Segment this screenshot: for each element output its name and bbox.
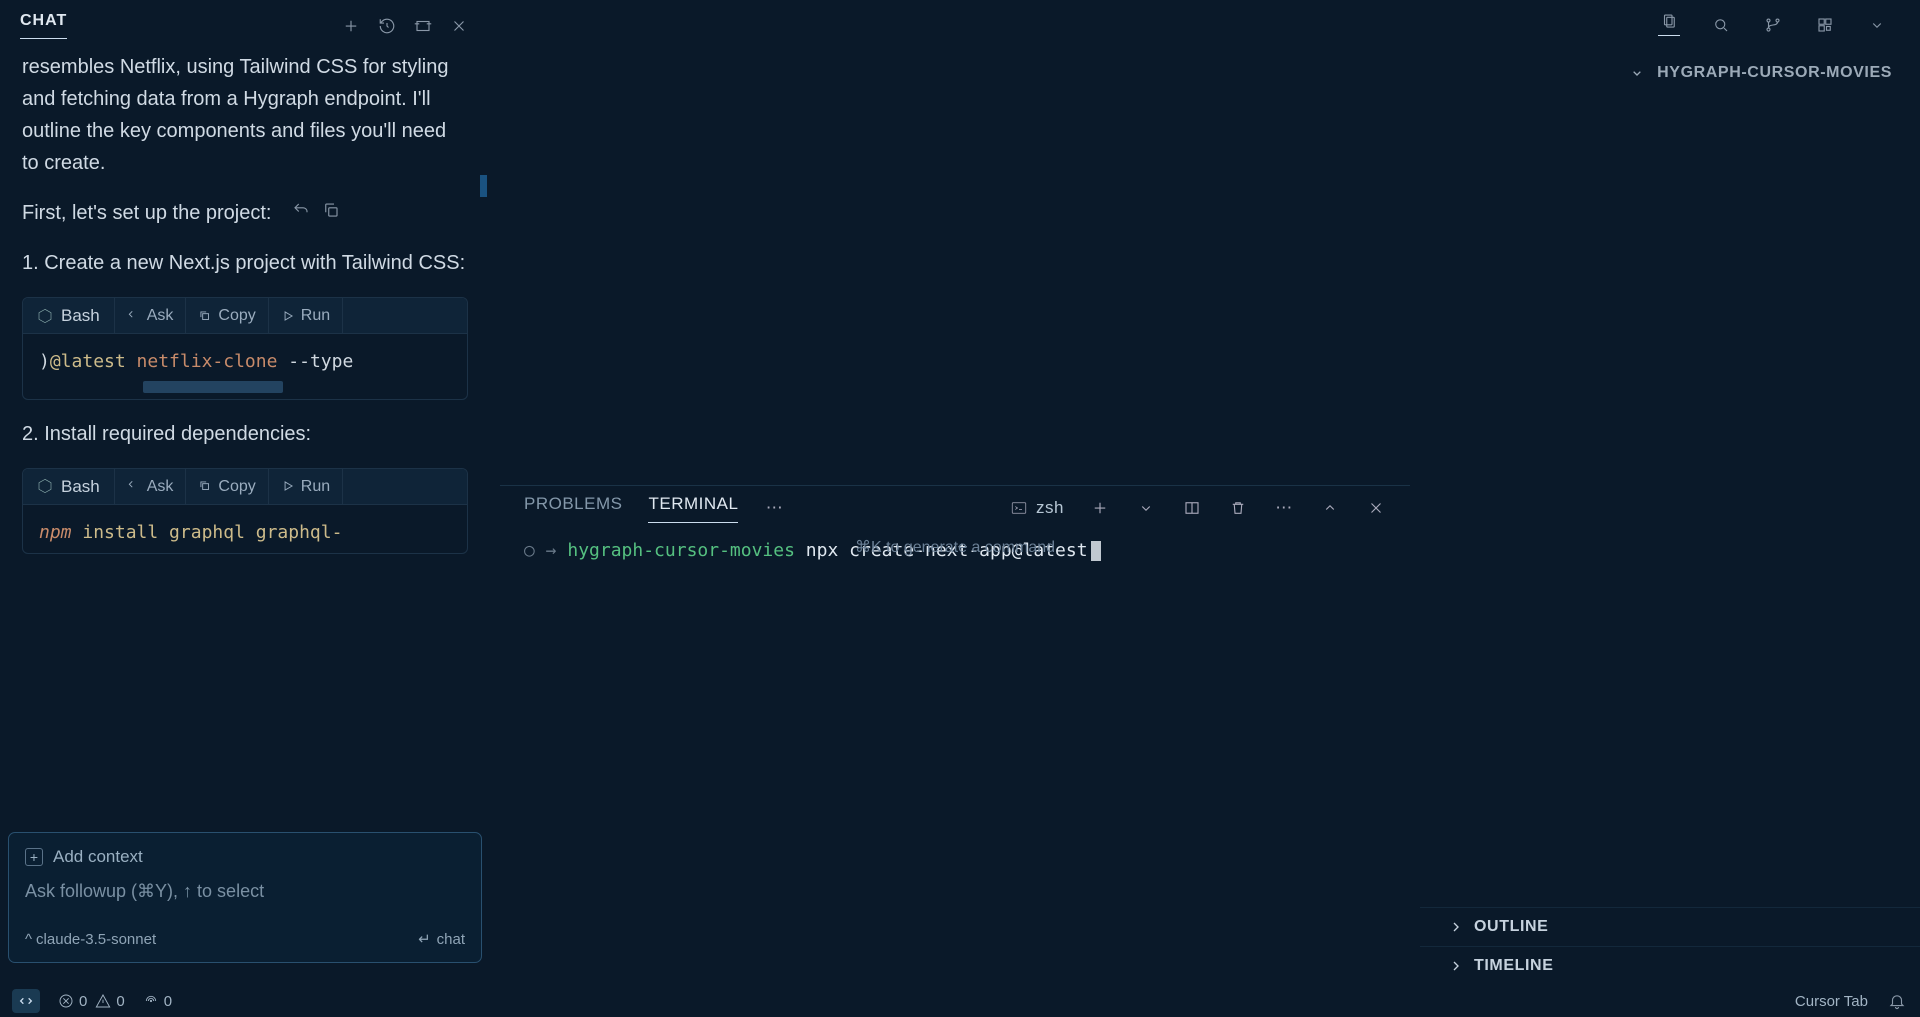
explorer-icon[interactable]: [1658, 14, 1680, 36]
code-lang-badge: Bash: [23, 298, 115, 333]
right-header-icons: [1420, 0, 1920, 50]
terminal-panel: PROBLEMS TERMINAL ⋯ zsh ⋯ ○ → hygraph-cu…: [500, 485, 1410, 571]
ports-count[interactable]: 0: [143, 993, 172, 1010]
cursor-tab-label[interactable]: Cursor Tab: [1795, 993, 1868, 1010]
extensions-icon[interactable]: [1814, 14, 1836, 36]
code-content[interactable]: )@latest netflix-clone --type: [23, 334, 467, 399]
chevron-up-icon[interactable]: [1320, 498, 1340, 518]
git-branch-icon[interactable]: [1762, 14, 1784, 36]
close-icon[interactable]: [1366, 498, 1386, 518]
followup-input[interactable]: Ask followup (⌘Y), ↑ to select: [25, 881, 465, 902]
code-block: Bash Ask Copy Run )@latest netflix-clone…: [22, 297, 468, 400]
window-icon[interactable]: [412, 15, 434, 37]
outline-section[interactable]: OUTLINE: [1420, 907, 1920, 946]
new-chat-icon[interactable]: [340, 15, 362, 37]
warnings-count[interactable]: 0: [95, 993, 124, 1010]
right-sidebar: HYGRAPH-CURSOR-MOVIES OUTLINE TIMELINE: [1420, 0, 1920, 985]
code-copy-button[interactable]: Copy: [186, 298, 268, 333]
chevron-right-icon: [1448, 919, 1464, 935]
terminal-tabs: PROBLEMS TERMINAL ⋯ zsh ⋯: [500, 486, 1410, 530]
plus-icon: +: [25, 848, 43, 866]
chat-paragraph: resembles Netflix, using Tailwind CSS fo…: [22, 51, 468, 179]
copy-icon[interactable]: [321, 200, 341, 220]
code-lang-badge: Bash: [23, 469, 115, 504]
shell-selector[interactable]: zsh: [1010, 498, 1064, 518]
chevron-down-icon[interactable]: [1136, 498, 1156, 518]
bell-icon[interactable]: [1886, 990, 1908, 1012]
add-context-button[interactable]: + Add context: [25, 847, 465, 867]
enter-icon: ↵: [418, 930, 431, 948]
mode-selector[interactable]: ↵ chat: [418, 930, 465, 948]
chevron-up-icon: ^: [25, 931, 32, 948]
chevron-down-icon: [1629, 65, 1645, 81]
model-selector[interactable]: ^ claude-3.5-sonnet: [25, 931, 156, 948]
code-ask-button[interactable]: Ask: [115, 298, 187, 333]
timeline-section[interactable]: TIMELINE: [1420, 946, 1920, 985]
more-icon[interactable]: ⋯: [1274, 498, 1294, 518]
code-block-header: Bash Ask Copy Run: [23, 469, 467, 505]
code-run-button[interactable]: Run: [269, 298, 343, 333]
followup-footer: ^ claude-3.5-sonnet ↵ chat: [25, 930, 465, 948]
horizontal-scrollbar[interactable]: [143, 381, 283, 393]
search-icon[interactable]: [1710, 14, 1732, 36]
errors-count[interactable]: 0: [58, 993, 87, 1010]
chat-header: CHAT: [0, 0, 490, 51]
chat-step: 2. Install required dependencies:: [22, 418, 468, 450]
terminal-hint: ⌘K to generate a command: [855, 537, 1055, 557]
explorer-project[interactable]: HYGRAPH-CURSOR-MOVIES: [1420, 50, 1920, 96]
split-terminal-icon[interactable]: [1182, 498, 1202, 518]
more-icon[interactable]: ⋯: [764, 498, 784, 518]
history-icon[interactable]: [376, 15, 398, 37]
trash-icon[interactable]: [1228, 498, 1248, 518]
code-content[interactable]: npm install graphql graphql-: [23, 505, 467, 553]
chat-title: CHAT: [20, 12, 67, 39]
chat-paragraph: First, let's set up the project:: [22, 197, 468, 229]
new-terminal-icon[interactable]: [1090, 498, 1110, 518]
code-block: Bash Ask Copy Run npm install graphql gr…: [22, 468, 468, 554]
followup-box: + Add context Ask followup (⌘Y), ↑ to se…: [8, 832, 482, 963]
scrollbar-thumb[interactable]: [480, 175, 487, 197]
code-block-header: Bash Ask Copy Run: [23, 298, 467, 334]
code-run-button[interactable]: Run: [269, 469, 343, 504]
code-copy-button[interactable]: Copy: [186, 469, 268, 504]
chevron-down-icon[interactable]: [1866, 14, 1888, 36]
reply-icon[interactable]: [291, 200, 311, 220]
close-icon[interactable]: [448, 15, 470, 37]
chevron-right-icon: [1448, 958, 1464, 974]
remote-button[interactable]: [12, 989, 40, 1013]
terminal-cursor: [1091, 541, 1101, 561]
editor-area: PROBLEMS TERMINAL ⋯ zsh ⋯ ○ → hygraph-cu…: [490, 0, 1420, 1017]
chat-step: 1. Create a new Next.js project with Tai…: [22, 247, 468, 279]
tab-terminal[interactable]: TERMINAL: [648, 494, 738, 523]
tab-problems[interactable]: PROBLEMS: [524, 494, 622, 522]
code-ask-button[interactable]: Ask: [115, 469, 187, 504]
status-bar: 0 0 0 Cursor Tab: [0, 985, 1920, 1017]
